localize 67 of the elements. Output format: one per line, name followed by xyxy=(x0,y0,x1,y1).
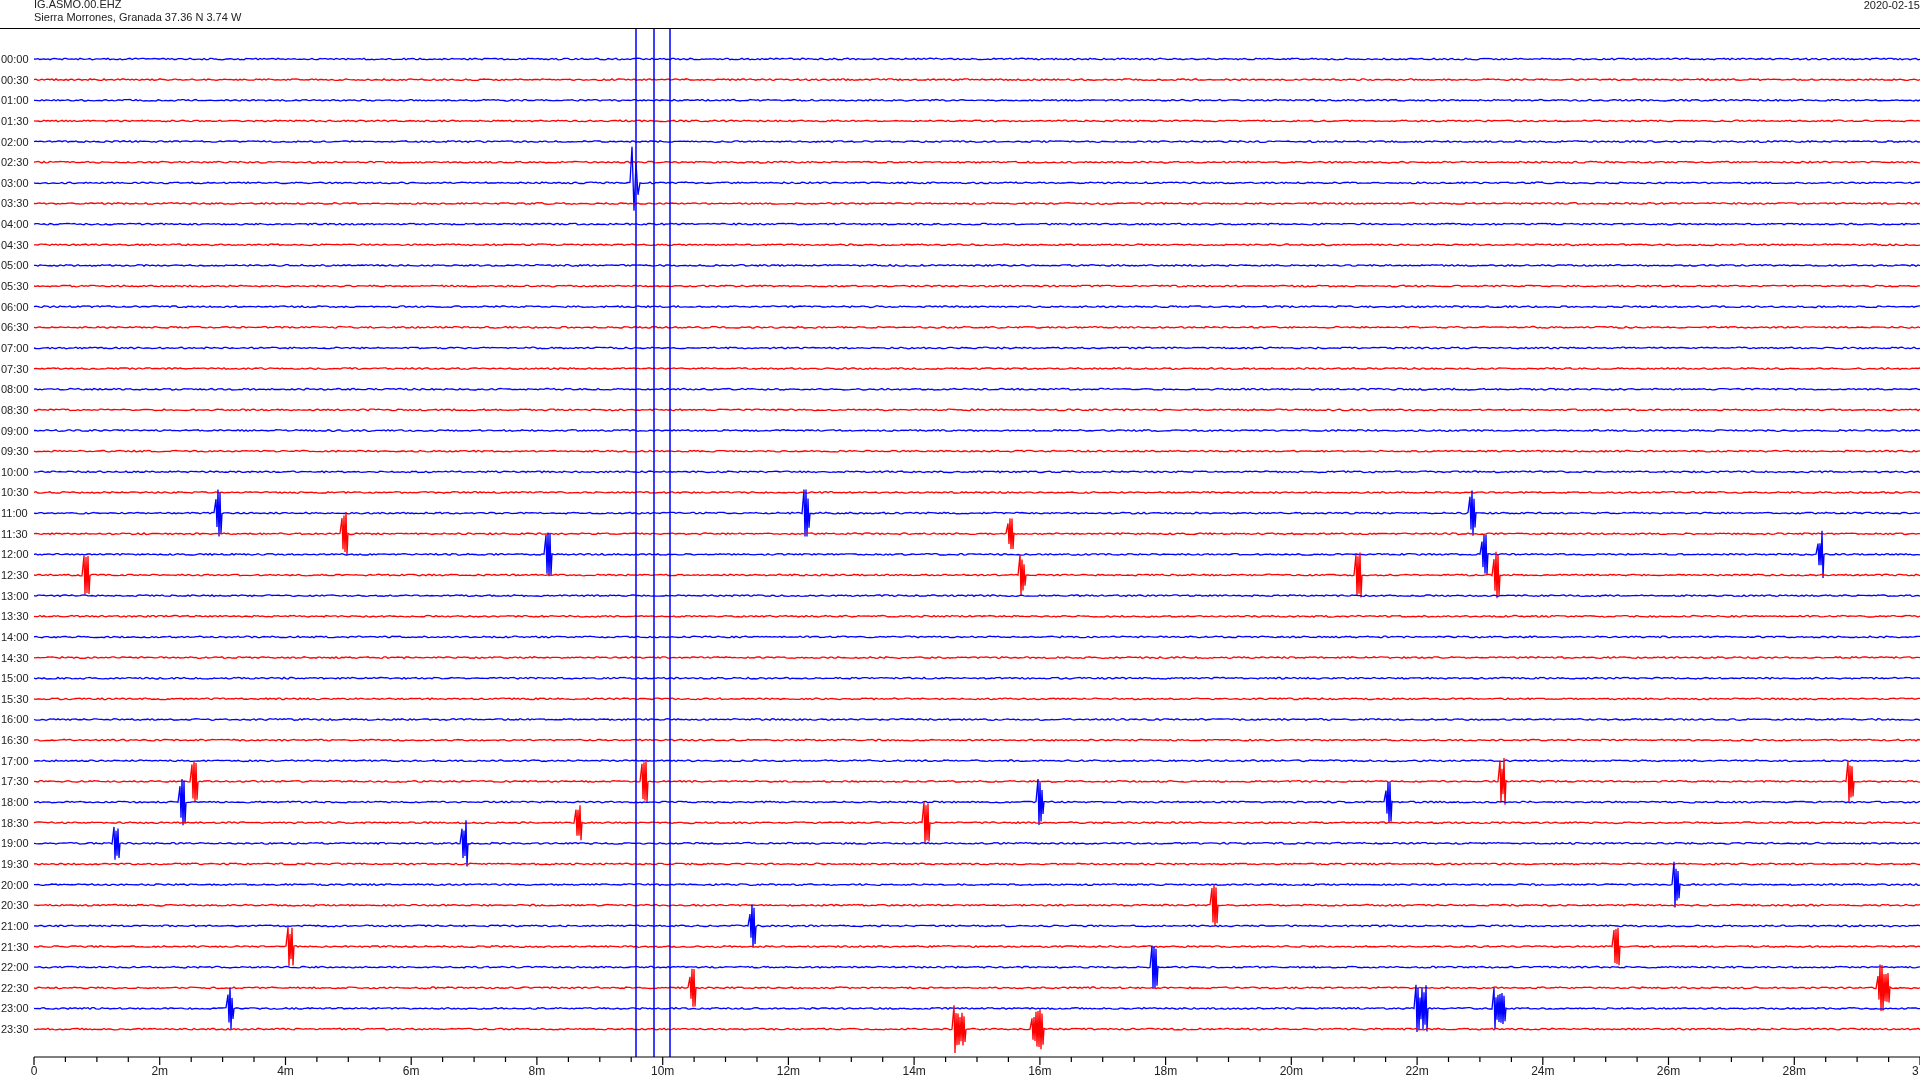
time-label: 17:00 xyxy=(1,754,29,767)
axis-tick-label: 18m xyxy=(1153,1064,1178,1077)
record-date: 2020-02-15 xyxy=(1863,0,1920,13)
time-label: 16:30 xyxy=(1,734,29,747)
time-label: 01:00 xyxy=(1,94,29,107)
time-label: 21:30 xyxy=(1,940,29,953)
axis-tick-label: 12m xyxy=(776,1064,801,1077)
time-label: 20:30 xyxy=(1,899,29,912)
time-label: 09:00 xyxy=(1,424,29,437)
time-label: 01:30 xyxy=(1,114,29,127)
time-label: 22:30 xyxy=(1,981,29,994)
time-label: 18:30 xyxy=(1,816,29,829)
time-label: 18:00 xyxy=(1,796,29,809)
axis-tick-label: 6m xyxy=(402,1064,420,1077)
time-label: 16:00 xyxy=(1,713,29,726)
time-label: 11:00 xyxy=(1,507,28,520)
time-label: 21:00 xyxy=(1,919,29,932)
time-label: 11:30 xyxy=(1,527,28,540)
time-label: 14:00 xyxy=(1,630,29,643)
time-label: 20:00 xyxy=(1,878,29,891)
time-label: 12:30 xyxy=(1,569,29,581)
time-label: 17:30 xyxy=(1,775,29,788)
axis-tick-label: 22m xyxy=(1405,1064,1429,1077)
time-label: 23:00 xyxy=(1,1002,29,1015)
station-code: IG.ASMO.00.EHZ xyxy=(34,0,123,11)
axis-tick-label: 24m xyxy=(1531,1064,1555,1077)
time-label: 22:00 xyxy=(1,961,29,974)
time-label: 19:00 xyxy=(1,837,29,850)
axis-tick-label: 4m xyxy=(277,1064,294,1077)
time-label: 15:30 xyxy=(1,692,29,705)
time-label: 02:00 xyxy=(1,135,29,148)
axis-tick-label: 0 xyxy=(30,1064,38,1077)
time-label: 06:00 xyxy=(1,300,29,313)
axis-tick-label: 16m xyxy=(1028,1064,1052,1077)
station-location: Sierra Morrones, Granada 37.36 N 3.74 W xyxy=(34,11,242,24)
time-label: 02:30 xyxy=(1,156,29,169)
time-label: 05:30 xyxy=(1,280,29,293)
axis-tick-label: 28m xyxy=(1782,1064,1806,1077)
time-label: 23:30 xyxy=(1,1023,29,1036)
time-label: 03:30 xyxy=(1,197,29,210)
time-label: 14:30 xyxy=(1,651,29,664)
time-label: 12:00 xyxy=(1,548,29,561)
time-label: 05:00 xyxy=(1,259,29,272)
time-label: 04:30 xyxy=(1,238,29,251)
time-label: 09:30 xyxy=(1,445,29,458)
time-label: 08:30 xyxy=(1,403,29,416)
time-label: 15:00 xyxy=(1,672,29,685)
time-label: 08:00 xyxy=(1,383,29,396)
time-label: 06:30 xyxy=(1,321,29,334)
axis-tick-label: 2m xyxy=(151,1064,169,1077)
time-label: 07:30 xyxy=(1,362,29,375)
time-label: 13:30 xyxy=(1,610,29,623)
time-label: 19:30 xyxy=(1,857,29,870)
time-label: 00:00 xyxy=(1,53,29,65)
time-label: 00:30 xyxy=(1,73,29,86)
time-label: 04:00 xyxy=(1,218,29,231)
axis-tick-label: 8m xyxy=(528,1064,546,1077)
time-label: 03:00 xyxy=(1,176,29,189)
time-label: 13:00 xyxy=(1,589,29,602)
axis-tick-label: 3 xyxy=(1912,1064,1919,1077)
axis-tick-label: 10m xyxy=(651,1064,675,1077)
axis-tick-label: 14m xyxy=(902,1064,926,1077)
axis-tick-label: 26m xyxy=(1656,1064,1681,1077)
time-label: 07:00 xyxy=(1,341,29,354)
time-label: 10:00 xyxy=(1,465,29,478)
axis-tick-label: 20m xyxy=(1279,1064,1303,1077)
time-label: 10:30 xyxy=(1,486,29,499)
